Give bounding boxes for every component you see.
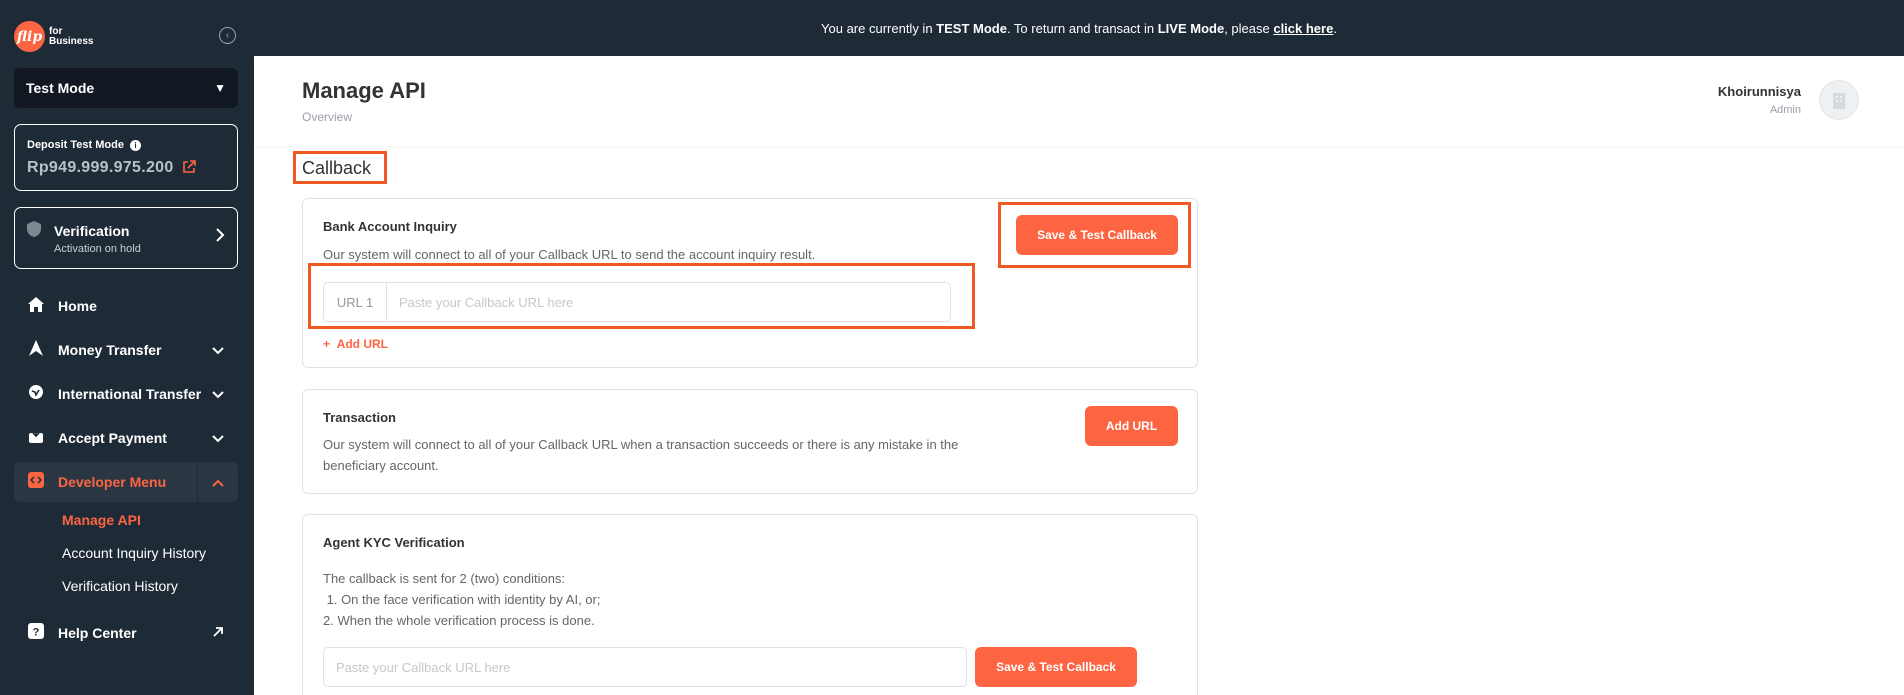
card-agent-kyc-verification: Agent KYC Verification The callback is s… (302, 514, 1198, 695)
transaction-desc-line2: beneficiary account. (323, 458, 439, 473)
subnav-account-inquiry-history[interactable]: Account Inquiry History (62, 545, 206, 561)
info-icon[interactable]: i (129, 139, 141, 151)
payment-icon (26, 428, 46, 448)
external-link-icon[interactable] (182, 159, 196, 177)
banner-text-mid: . To return and transact in (1006, 20, 1158, 36)
nav-accept-payment-label: Accept Payment (58, 430, 167, 446)
logo-text-business: Business (49, 35, 94, 47)
nav-home[interactable]: Home (14, 286, 238, 326)
nav-international-transfer[interactable]: International Transfer (14, 374, 238, 414)
nav-money-transfer-label: Money Transfer (58, 342, 162, 358)
chevron-down-icon (208, 387, 228, 402)
card-transaction: Transaction Our system will connect to a… (302, 389, 1198, 494)
flip-logo[interactable]: flip for Business (14, 21, 93, 52)
avatar[interactable] (1819, 80, 1859, 120)
add-url-label: Add URL (336, 337, 389, 351)
add-url-button[interactable]: Add URL (1085, 406, 1178, 446)
nav-home-label: Home (58, 298, 97, 314)
subnav-verification-history[interactable]: Verification History (62, 578, 178, 594)
highlight-box-url-field (308, 263, 975, 329)
code-icon (26, 472, 46, 492)
logo-text: for Business (49, 25, 94, 47)
bank-inquiry-title: Bank Account Inquiry (323, 219, 457, 234)
nav-developer-menu-label: Developer Menu (58, 474, 167, 490)
banner-text-end: . (1333, 20, 1337, 36)
chevron-right-icon (215, 228, 225, 247)
kyc-description: The callback is sent for 2 (two) conditi… (323, 568, 600, 631)
banner-text-mid2: , please (1224, 20, 1274, 36)
add-url-link[interactable]: + Add URL (323, 337, 388, 351)
verification-title: Verification (54, 223, 130, 239)
banner-test-mode: TEST Mode (936, 20, 1007, 36)
nav-help-center[interactable]: ? Help Center (14, 613, 238, 653)
kyc-title: Agent KYC Verification (323, 535, 465, 550)
page-breadcrumb: Overview (302, 110, 353, 124)
help-icon: ? (26, 623, 46, 643)
plus-icon: + (323, 337, 331, 351)
highlight-box-save-button (998, 202, 1191, 268)
globe-icon (26, 384, 46, 404)
banner-text-pre: You are currently in (821, 20, 937, 36)
kyc-save-test-callback-button[interactable]: Save & Test Callback (975, 647, 1137, 687)
kyc-callback-url-input[interactable] (323, 647, 967, 687)
kyc-desc-line3: 2. When the whole verification process i… (323, 613, 595, 628)
home-icon (26, 296, 46, 316)
caret-down-icon: ▼ (214, 81, 226, 95)
mode-select-value: Test Mode (26, 80, 95, 96)
sidebar: flip for Business ‹ Test Mode ▼ Deposit … (0, 0, 254, 695)
transaction-title: Transaction (323, 410, 396, 425)
bank-inquiry-description: Our system will connect to all of your C… (323, 247, 816, 262)
collapse-glyph: ‹ (225, 30, 230, 41)
kyc-desc-line2: 1. On the face verification with identit… (323, 592, 601, 607)
chevron-down-icon (208, 343, 228, 358)
transaction-desc-line1: Our system will connect to all of your C… (323, 437, 959, 452)
shield-icon (27, 221, 42, 237)
subnav-manage-api[interactable]: Manage API (62, 512, 141, 528)
deposit-label-row: Deposit Test Mode i (27, 139, 225, 151)
deposit-amount: Rp949.999.975.200 (27, 159, 174, 176)
divider (197, 462, 198, 502)
banner-live-mode: LIVE Mode (1157, 20, 1225, 36)
svg-text:?: ? (33, 627, 40, 639)
test-mode-banner: You are currently in TEST Mode. To retur… (254, 0, 1904, 56)
highlight-box-callback (293, 151, 387, 184)
verification-status: Activation on hold (54, 243, 141, 255)
nav-international-transfer-label: International Transfer (58, 386, 202, 402)
deposit-card: Deposit Test Mode i Rp949.999.975.200 (14, 124, 238, 191)
nav-developer-menu[interactable]: Developer Menu (14, 462, 238, 502)
page-title: Manage API (302, 78, 426, 103)
kyc-desc-line1: The callback is sent for 2 (two) conditi… (323, 571, 566, 586)
verification-card[interactable]: Verification Activation on hold (14, 207, 238, 269)
arrow-up-right-icon (208, 626, 228, 641)
nav-help-center-label: Help Center (58, 625, 137, 641)
transaction-description: Our system will connect to all of your C… (323, 434, 958, 476)
nav-money-transfer[interactable]: Money Transfer (14, 330, 238, 370)
send-icon (26, 340, 46, 360)
nav-accept-payment[interactable]: Accept Payment (14, 418, 238, 458)
building-icon (1833, 93, 1845, 109)
user-name[interactable]: Khoirunnisya (1718, 84, 1801, 99)
page-header: Manage API Overview Khoirunnisya Admin (254, 56, 1904, 146)
mode-select[interactable]: Test Mode ▼ (14, 68, 238, 108)
flip-logo-mark: flip (14, 21, 45, 52)
chevron-up-icon (208, 475, 228, 490)
deposit-label: Deposit Test Mode (27, 139, 124, 151)
verification-text: Verification Activation on hold (54, 220, 225, 255)
deposit-amount-row: Rp949.999.975.200 (27, 159, 225, 177)
chevron-down-icon (208, 431, 228, 446)
banner-click-here-link[interactable]: click here (1273, 21, 1333, 36)
collapse-sidebar-icon[interactable]: ‹ (219, 27, 236, 44)
user-role: Admin (1769, 104, 1801, 116)
logo-text-for: for (49, 25, 63, 37)
